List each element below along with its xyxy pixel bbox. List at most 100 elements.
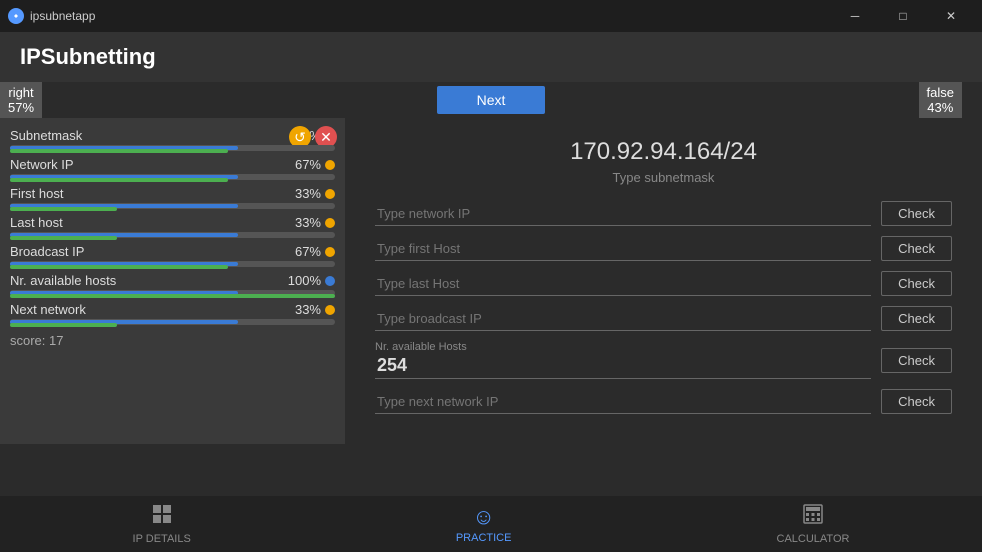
title-bar: ipsubnetapp ─ □ ✕ [0,0,982,32]
progress-bar [10,290,335,296]
stat-header: Network IP 67% [10,157,335,172]
check-broadcast-ip-button[interactable]: Check [881,306,952,331]
stat-indicator-icon [325,247,335,257]
score-left-label: right [8,85,33,100]
check-network-ip-button[interactable]: Check [881,201,952,226]
stat-pct: 67% [295,244,321,259]
stat-name: First host [10,186,63,201]
stat-pct: 33% [295,302,321,317]
score-right: false 43% [919,82,962,118]
minimize-button[interactable]: ─ [832,0,878,32]
stat-item: Nr. available hosts 100% [10,273,335,296]
stat-name: Last host [10,215,63,230]
check-last-host-button[interactable]: Check [881,271,952,296]
score-display: score: 17 [10,333,335,348]
app-name: ipsubnetapp [30,9,95,23]
stat-pct: 100% [288,273,321,288]
progress-bar [10,261,335,267]
field-row-available-hosts: Nr. available Hosts 254 Check [375,341,952,379]
stat-header: Nr. available hosts 100% [10,273,335,288]
stat-indicator-icon [325,305,335,315]
score-right-pct: 43% [927,100,953,115]
broadcast-ip-input[interactable] [375,307,871,331]
next-network-input[interactable] [375,390,871,414]
stat-indicator-icon [325,160,335,170]
progress-bar-green [10,294,335,298]
progress-bar [10,232,335,238]
practice-panel: 170.92.94.164/24 Type subnetmask Check C… [345,118,982,444]
field-row-network-ip: Check [375,201,952,226]
stat-item: Network IP 67% [10,157,335,180]
stats-list: Subnetmask 67% Network IP 67% [10,128,335,325]
progress-bar [10,203,335,209]
stat-item: Next network 33% [10,302,335,325]
stat-header: First host 33% [10,186,335,201]
ip-address: 170.92.94.164/24 [375,138,952,166]
check-available-hosts-button[interactable]: Check [881,348,952,373]
nav-label-calculator: CALCULATOR [777,533,850,545]
nav-item-calculator[interactable]: CALCULATOR [777,503,850,545]
progress-bar [10,319,335,325]
stat-header: Last host 33% [10,215,335,230]
app-icon [8,8,24,24]
stat-pct: 67% [295,157,321,172]
ip-subtitle: Type subnetmask [375,170,952,185]
progress-bar [10,174,335,180]
stat-name: Next network [10,302,86,317]
window-controls: ─ □ ✕ [832,0,974,32]
stat-header: Next network 33% [10,302,335,317]
progress-bar-green [10,265,228,269]
score-left: right 57% [0,82,42,118]
stat-indicator-icon [325,189,335,199]
middle-section: right 57% Next false 43% ↺ ✕ Subnetm [0,82,982,552]
app-title: IPSubnetting [20,44,156,70]
stat-item: Subnetmask 67% [10,128,335,151]
field-row-broadcast-ip: Check [375,306,952,331]
first-host-input[interactable] [375,237,871,261]
stat-item: Broadcast IP 67% [10,244,335,267]
score-right-label: false [927,85,954,100]
stat-pct: 33% [295,215,321,230]
ip-details-icon [151,503,173,531]
stat-name: Subnetmask [10,128,82,143]
stats-panel: ↺ ✕ Subnetmask 67% Network IP [0,118,345,444]
stat-item: Last host 33% [10,215,335,238]
last-host-input[interactable] [375,272,871,296]
network-ip-input[interactable] [375,202,871,226]
score-left-pct: 57% [8,100,34,115]
stat-name: Nr. available hosts [10,273,116,288]
stat-item: First host 33% [10,186,335,209]
stat-name: Broadcast IP [10,244,84,259]
next-button[interactable]: Next [437,86,546,114]
check-next-network-button[interactable]: Check [881,389,952,414]
nav-item-practice[interactable]: ☺ PRACTICE [456,504,512,544]
progress-bar [10,145,335,151]
maximize-button[interactable]: □ [880,0,926,32]
app-header: IPSubnetting [0,32,982,82]
field-row-last-host: Check [375,271,952,296]
available-hosts-label: Nr. available Hosts [375,341,871,353]
nav-item-ip-details[interactable]: IP DETAILS [133,503,191,545]
progress-bar-green [10,236,117,240]
stat-pct: 33% [295,186,321,201]
content-area: ↺ ✕ Subnetmask 67% Network IP [0,118,982,444]
progress-bar-green [10,207,117,211]
next-bar: right 57% Next false 43% [0,82,982,118]
close-button[interactable]: ✕ [928,0,974,32]
nav-label-ip-details: IP DETAILS [133,533,191,545]
stat-header: Broadcast IP 67% [10,244,335,259]
stat-name: Network IP [10,157,74,172]
stat-indicator-icon [325,276,335,286]
stat-header: Subnetmask 67% [10,128,335,143]
stat-indicator-icon [325,218,335,228]
check-first-host-button[interactable]: Check [881,236,952,261]
available-hosts-value: 254 [375,353,871,379]
nav-label-practice: PRACTICE [456,532,512,544]
field-row-next-network: Check [375,389,952,414]
progress-bar-green [10,149,228,153]
practice-icon: ☺ [472,504,494,530]
title-bar-left: ipsubnetapp [8,8,95,24]
progress-bar-green [10,178,228,182]
bottom-nav: IP DETAILS ☺ PRACTICE CALCULATOR [0,496,982,552]
field-row-first-host: Check [375,236,952,261]
